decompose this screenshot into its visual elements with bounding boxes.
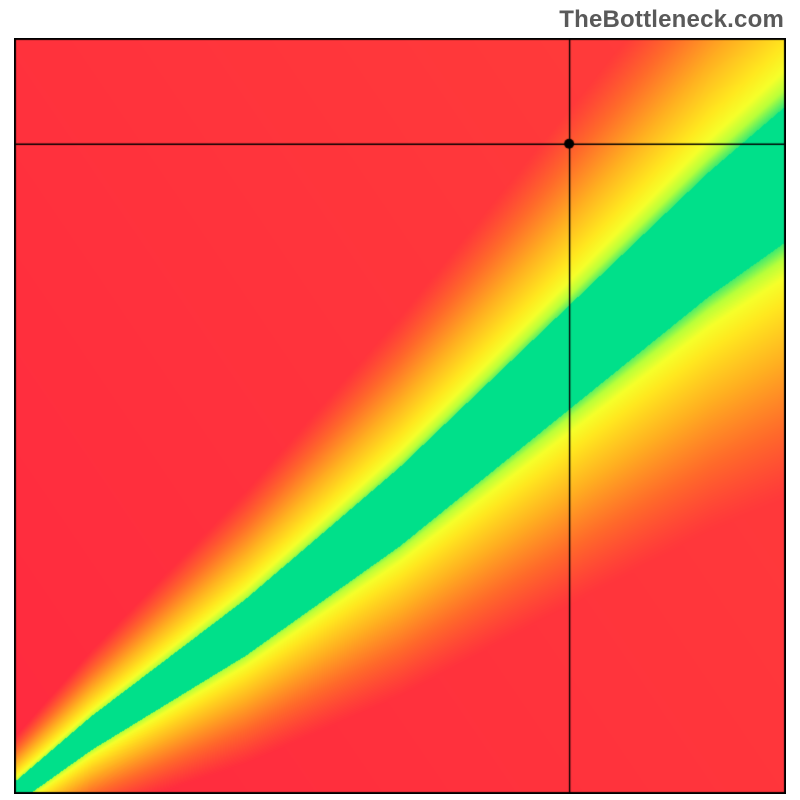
heatmap-canvas: [14, 38, 786, 794]
bottleneck-heatmap: [14, 38, 786, 794]
attribution-text: TheBottleneck.com: [559, 6, 784, 34]
